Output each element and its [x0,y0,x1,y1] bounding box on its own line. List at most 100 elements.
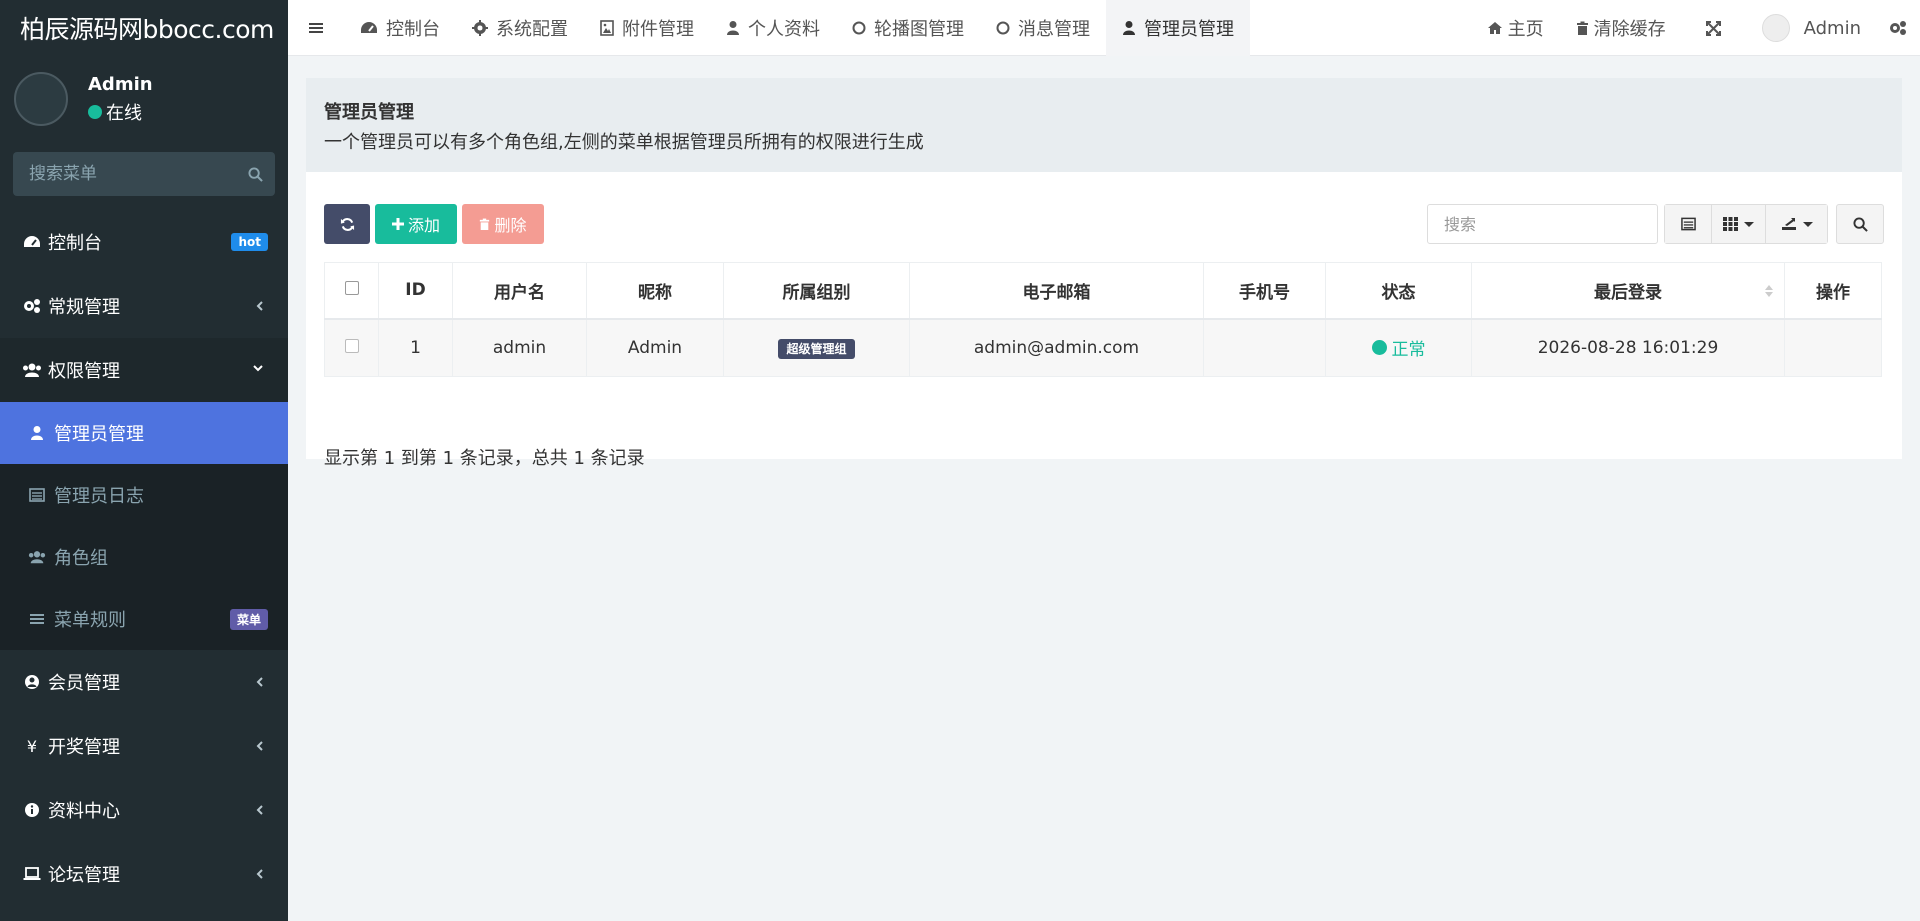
fullscreen-button[interactable] [1682,0,1750,56]
toolbar-right [1427,204,1884,244]
sidebar-item-label: 控制台 [48,233,102,254]
delete-button[interactable]: 删除 [462,204,544,244]
table-row[interactable]: 1 admin Admin 超级管理组 admin@admin.com 正常 2… [324,318,1882,377]
sidebar-item-label: 管理员日志 [54,486,144,507]
user-icon [28,425,46,441]
sidebar-item-admin-log[interactable]: 管理员日志 [0,464,288,526]
sidebar-item-menu-rule[interactable]: 菜单规则 菜单 [0,588,288,650]
sidebar-item-permission[interactable]: 权限管理 [0,338,288,402]
topbar: 控制台 系统配置 附件管理 个人资料 轮播图管理 消息管理 管理员管理 主页 清… [288,0,1920,56]
column-header-nickname[interactable]: 昵称 [586,262,724,320]
tab-label: 附件管理 [622,18,694,40]
table-options-group [1664,204,1828,244]
home-link[interactable]: 主页 [1471,0,1560,56]
search-input[interactable] [1427,204,1658,244]
image-icon [600,19,614,36]
tab-dashboard[interactable]: 控制台 [344,0,456,56]
toggle-view-button[interactable] [1665,205,1711,243]
tab-label: 个人资料 [748,18,820,40]
main-content: 管理员管理 一个管理员可以有多个角色组,左侧的菜单根据管理员所拥有的权限进行生成… [288,56,1920,921]
sidebar-item-dashboard[interactable]: 控制台 hot [0,210,288,274]
circle-icon [852,21,866,35]
group-label: 超级管理组 [778,338,855,359]
tab-label: 控制台 [386,18,440,40]
chevron-left-icon [256,740,264,752]
export-button[interactable] [1765,205,1827,243]
column-header-group[interactable]: 所属组别 [723,262,910,320]
sidebar-item-label: 开奖管理 [48,737,120,758]
sidebar-item-label: 常规管理 [48,297,120,318]
tab-admin[interactable]: 管理员管理 [1106,0,1250,56]
tab-label: 系统配置 [496,18,568,40]
advanced-search-button[interactable] [1836,204,1884,244]
page-description: 一个管理员可以有多个角色组,左侧的菜单根据管理员所拥有的权限进行生成 [324,132,924,153]
hot-badge: hot [231,233,268,251]
expand-icon [1705,20,1721,36]
avatar [14,72,68,126]
column-header-mobile[interactable]: 手机号 [1203,262,1326,320]
settings-button[interactable] [1889,0,1920,56]
column-header-status[interactable]: 状态 [1325,262,1472,320]
cell-nickname: Admin [586,318,724,377]
sidebar-item-forum[interactable]: 论坛管理 [0,842,288,906]
user-circle-icon [22,674,42,690]
sidebar-item-role-group[interactable]: 角色组 [0,526,288,588]
cell-status: 正常 [1325,318,1472,377]
tab-profile[interactable]: 个人资料 [710,0,836,56]
tab-messages[interactable]: 消息管理 [980,0,1106,56]
sidebar-toggle-button[interactable] [288,0,344,56]
sidebar-item-member[interactable]: 会员管理 [0,650,288,714]
avatar [1761,14,1790,42]
search-icon [1852,216,1868,232]
chevron-down-icon [252,364,264,372]
group-icon [28,549,46,565]
column-header-actions: 操作 [1784,262,1882,320]
refresh-button[interactable] [324,204,370,244]
tab-system-config[interactable]: 系统配置 [456,0,584,56]
user-status: 在线 [88,99,153,125]
cell-actions [1784,318,1882,377]
sidebar-item-label: 菜单规则 [54,610,126,631]
sidebar-item-label: 论坛管理 [48,865,120,886]
logo[interactable]: 柏辰源码网bbocc.com [0,0,288,56]
export-icon [1781,217,1797,231]
sidebar-item-label: 资料中心 [48,801,120,822]
sidebar-item-admin[interactable]: 管理员管理 [0,402,288,464]
cogs-icon [22,298,42,314]
pagination-info: 显示第 1 到第 1 条记录，总共 1 条记录 [324,448,645,469]
status-dot-icon [1371,340,1387,356]
column-header-email[interactable]: 电子邮箱 [909,262,1204,320]
admin-table: ID 用户名 昵称 所属组别 电子邮箱 手机号 状态 最后登录 操作 1 adm… [324,262,1882,377]
refresh-icon [340,217,355,232]
dashboard-icon [360,20,378,36]
tab-attachment[interactable]: 附件管理 [584,0,710,56]
search-icon[interactable] [248,166,263,182]
column-header-id[interactable]: ID [378,262,453,320]
cell-mobile [1203,318,1326,377]
add-button[interactable]: 添加 [375,204,457,244]
list-alt-icon [1680,217,1696,231]
sidebar-item-info-center[interactable]: 资料中心 [0,778,288,842]
sidebar-item-lottery[interactable]: ¥ 开奖管理 [0,714,288,778]
user-menu[interactable]: Admin [1750,0,1889,56]
cogs-icon [1889,20,1907,36]
clear-cache-button[interactable]: 清除缓存 [1560,0,1682,56]
bars-icon [308,21,324,35]
row-checkbox[interactable] [344,338,359,353]
chevron-left-icon [256,868,264,880]
group-icon [22,362,42,378]
chevron-left-icon [256,300,264,312]
panel: 管理员管理 一个管理员可以有多个角色组,左侧的菜单根据管理员所拥有的权限进行生成… [306,78,1902,469]
yen-icon: ¥ [26,736,38,756]
column-header-last-login[interactable]: 最后登录 [1471,262,1785,320]
sort-icon[interactable] [1764,283,1774,304]
cell-last-login: 2026-08-28 16:01:29 [1471,318,1785,377]
select-all-checkbox[interactable] [344,281,359,296]
sidebar-search-input[interactable] [29,164,248,184]
sidebar-item-general[interactable]: 常规管理 [0,274,288,338]
tab-carousel[interactable]: 轮播图管理 [836,0,980,56]
sidebar-search [13,152,275,196]
columns-button[interactable] [1711,205,1765,243]
sidebar: 柏辰源码网bbocc.com Admin 在线 控制台 hot 常规管理 [0,0,288,921]
column-header-username[interactable]: 用户名 [452,262,587,320]
